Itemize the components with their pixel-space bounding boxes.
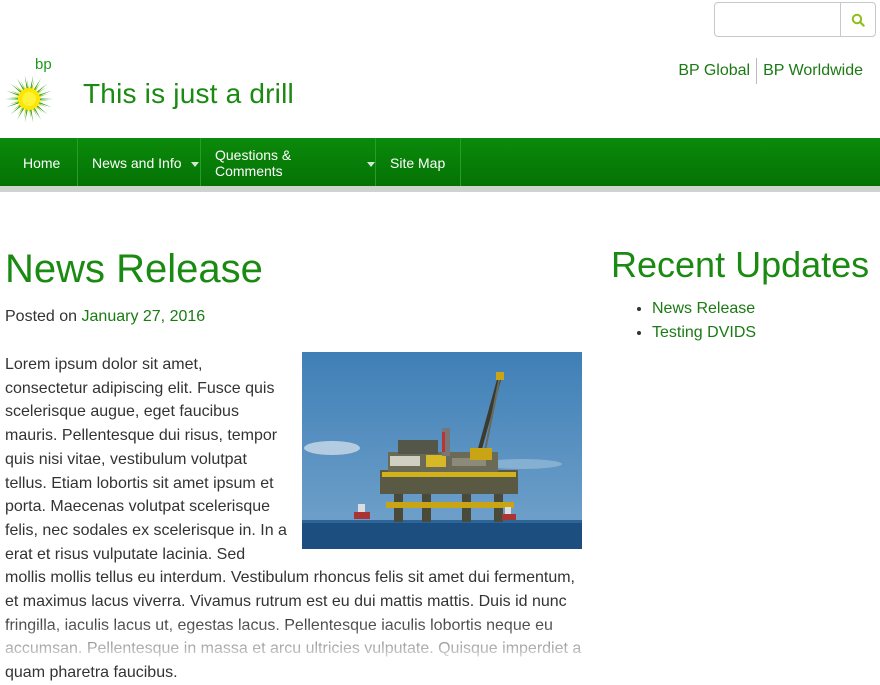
top-links: BP Global BP Worldwide: [678, 58, 863, 84]
recent-updates-title: Recent Updates: [611, 244, 870, 285]
bp-logo-text: bp: [35, 56, 52, 73]
site-title[interactable]: This is just a drill: [83, 78, 294, 110]
nav-item-label: News and Info: [92, 154, 182, 171]
nav-item-news-and-info[interactable]: News and Info: [78, 138, 201, 187]
chevron-down-icon: [367, 161, 375, 167]
chevron-down-icon: [190, 161, 199, 167]
bp-logo[interactable]: bp: [3, 55, 57, 127]
bp-helios-logo: bp: [5, 56, 53, 123]
post-title: News Release: [5, 247, 263, 291]
posted-on-label: Posted on: [5, 308, 78, 325]
nav-item-label: Questions & Comments: [215, 146, 292, 179]
search-box: [714, 2, 876, 37]
main-navigation: Home News and Info Questions & Comments …: [0, 138, 880, 187]
bp-global-link[interactable]: BP Global: [678, 62, 750, 80]
post-date-link[interactable]: January 27, 2016: [82, 308, 206, 325]
search-input[interactable]: [715, 3, 840, 36]
post-meta: Posted on January 27, 2016: [5, 308, 205, 326]
recent-update-link[interactable]: Testing DVIDS: [652, 324, 756, 341]
offshore-platform-image: [302, 352, 582, 549]
nav-item-site-map[interactable]: Site Map: [376, 138, 461, 187]
nav-item-home[interactable]: Home: [0, 138, 78, 187]
recent-updates-list: News Release Testing DVIDS: [632, 297, 756, 345]
list-item: Testing DVIDS: [652, 321, 756, 345]
nav-item-label: Home: [23, 154, 61, 171]
nav-item-questions-comments[interactable]: Questions & Comments: [201, 138, 376, 187]
bp-worldwide-link[interactable]: BP Worldwide: [763, 62, 863, 80]
list-item: News Release: [652, 297, 756, 321]
recent-update-link[interactable]: News Release: [652, 300, 755, 317]
nav-item-label: Site Map: [390, 154, 446, 171]
nav-divider: [0, 186, 880, 192]
search-icon: [851, 13, 865, 27]
link-divider: [756, 58, 758, 84]
search-button[interactable]: [840, 3, 875, 36]
